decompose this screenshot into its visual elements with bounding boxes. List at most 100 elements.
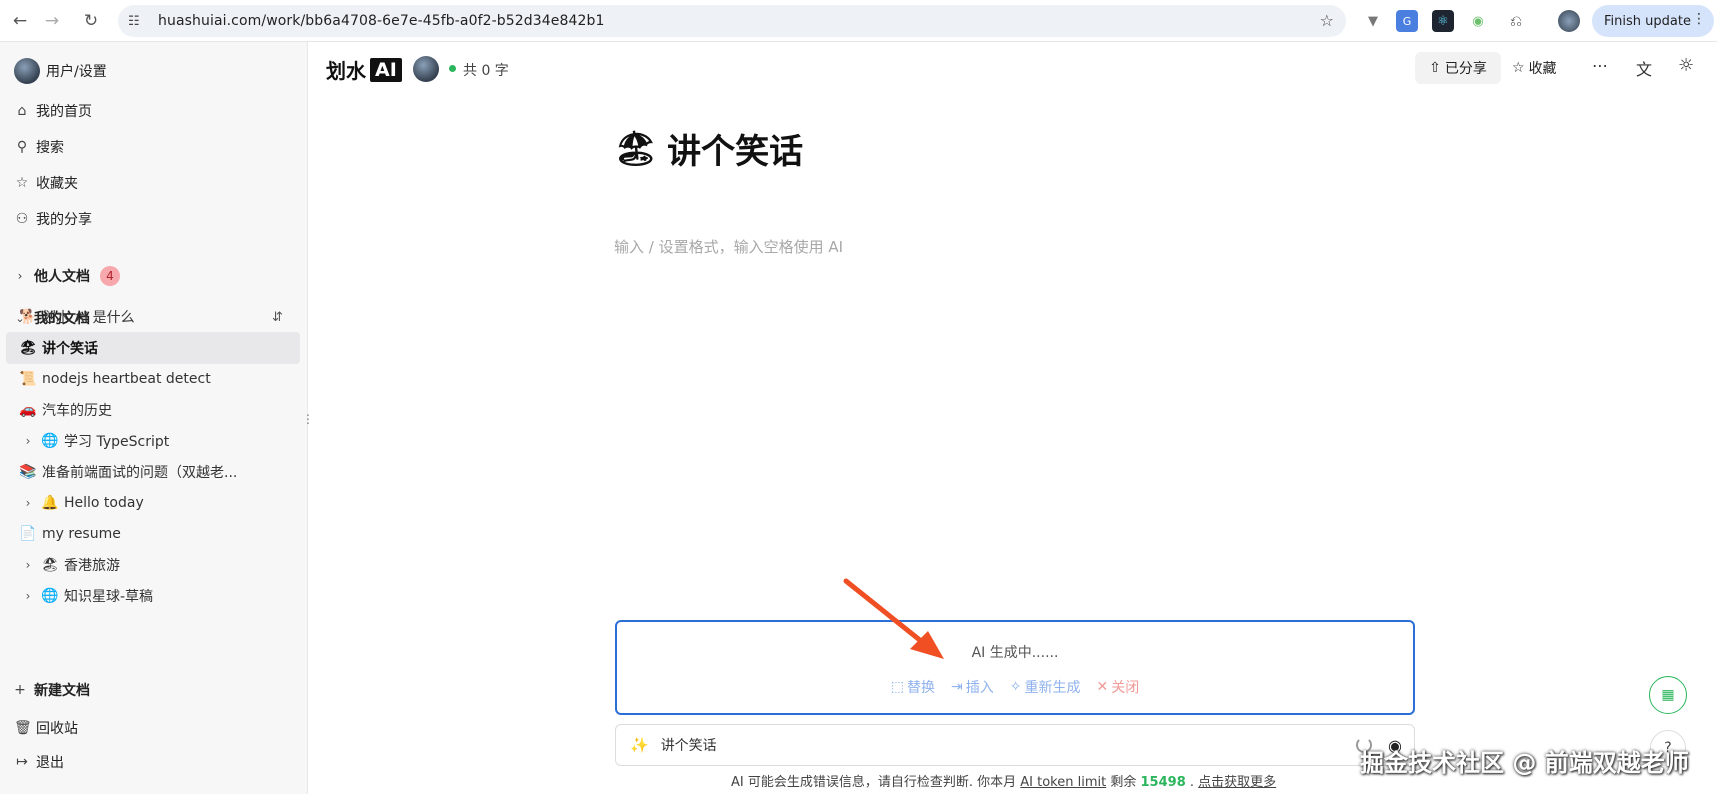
doc-emoji-icon: 📚 (19, 464, 37, 480)
doc-item-label: 学习 TypeScript (64, 434, 170, 450)
annotation-arrow-icon (843, 578, 944, 659)
ai-prompt-field[interactable]: ✨ ◉ (615, 724, 1415, 766)
doc-item-label: 讲个笑话 (42, 341, 98, 357)
chevron-right-icon[interactable]: › (20, 434, 36, 448)
forward-icon[interactable]: → (34, 3, 70, 39)
avatar (14, 58, 40, 84)
logo-text: 划水 (326, 59, 366, 83)
share-button[interactable]: ⇧ 已分享 (1415, 52, 1501, 84)
close-label: 关闭 (1111, 680, 1140, 696)
doc-item[interactable]: 📚 准备前端面试的问题（双越老... (6, 456, 300, 488)
doc-emoji-icon: 🌐 (41, 588, 59, 604)
page-title[interactable]: 🏖 讲个笑话 (614, 124, 803, 173)
share-label: 已分享 (1444, 61, 1487, 77)
others-docs-section[interactable]: › 他人文档 4 (12, 266, 120, 286)
doc-item[interactable]: 📄 my resume (6, 518, 300, 550)
qr-code-icon[interactable]: ▦ (1649, 676, 1687, 714)
close-icon: ✕ (1096, 679, 1109, 695)
logo-ai: AI (370, 57, 402, 82)
sidebar-item-logout[interactable]: ↦ 退出 (14, 752, 64, 772)
browser-menu-icon[interactable]: ⋮ (1692, 11, 1706, 27)
translate-extension-icon[interactable]: G (1396, 10, 1418, 32)
regenerate-button[interactable]: ✧ 重新生成 (1010, 677, 1081, 697)
editor-placeholder[interactable]: 输入 / 设置格式，输入空格使用 AI (614, 236, 843, 257)
react-extension-icon[interactable]: ⚛ (1432, 10, 1454, 32)
ai-prompt-input[interactable] (660, 737, 1341, 753)
insert-icon: ⇥ (951, 679, 963, 695)
new-doc-button[interactable]: + 新建文档 (12, 680, 90, 700)
doc-item-label: my resume (42, 526, 121, 542)
doc-item[interactable]: › 🏖 香港旅游 (6, 549, 300, 581)
doc-emoji-icon: 🏖 (19, 340, 37, 356)
browser-toolbar: ← → ↻ ☷ huashuiai.com/work/bb6a4708-6e7e… (0, 0, 1717, 42)
url-text[interactable]: huashuiai.com/work/bb6a4708-6e7e-45fb-a0… (158, 13, 605, 29)
sidebar-item-home[interactable]: ⌂ 我的首页 (14, 101, 92, 121)
doc-emoji-icon: 📜 (19, 371, 37, 387)
doc-emoji-icon: 🚗 (19, 402, 37, 418)
app-logo[interactable]: 划水 AI (326, 55, 402, 84)
user-settings[interactable]: 用户/设置 (14, 58, 107, 84)
sidebar-item-label: 退出 (36, 755, 64, 771)
sidebar-item-trash[interactable]: 🗑 回收站 (14, 718, 78, 738)
doc-emoji-icon: 🐕 (19, 309, 37, 325)
ai-disclaimer: AI 可能会生成错误信息，请自行检查判断. 你本月 AI token limit… (731, 771, 1276, 790)
address-bar[interactable]: ☷ huashuiai.com/work/bb6a4708-6e7e-45fb-… (118, 5, 1346, 37)
profile-avatar[interactable] (1558, 10, 1580, 32)
vue-extension-icon[interactable]: ▼ (1362, 10, 1384, 32)
replace-icon: ⬚ (890, 679, 905, 695)
bookmark-star-icon[interactable]: ☆ (1320, 11, 1334, 30)
doc-item[interactable]: 🐕 划水 AI 是什么 (6, 301, 300, 333)
remaining-label: 剩余 (1110, 775, 1137, 790)
favorite-label: 收藏 (1528, 61, 1557, 77)
collaborator-avatar[interactable] (413, 56, 439, 82)
doc-item[interactable]: › 🔔 Hello today (6, 487, 300, 519)
ai-panel: AI 生成中...... ⬚ 替换 ⇥ 插入 ✧ 重新生成 ✕ 关闭 (615, 620, 1415, 715)
reload-icon[interactable]: ↻ (73, 3, 109, 39)
doc-emoji-icon: 🏖 (41, 557, 59, 573)
doc-item-label: 知识星球-草稿 (64, 589, 154, 605)
others-docs-label: 他人文档 (34, 269, 90, 285)
doc-item-label: 准备前端面试的问题（双越老... (42, 465, 238, 481)
sidebar-item-search[interactable]: ⚲ 搜索 (14, 137, 64, 157)
doc-item[interactable]: 📜 nodejs heartbeat detect (6, 363, 300, 395)
close-button[interactable]: ✕ 关闭 (1096, 677, 1139, 697)
insert-button[interactable]: ⇥ 插入 (951, 677, 994, 697)
replace-label: 替换 (907, 680, 936, 696)
chevron-right-icon[interactable]: › (20, 558, 36, 572)
finish-update-button[interactable]: Finish update ⋮ (1592, 5, 1714, 37)
doc-item[interactable]: › 🌐 知识星球-草稿 (6, 580, 300, 612)
chevron-right-icon[interactable]: › (20, 589, 36, 603)
doc-item-label: 汽车的历史 (42, 403, 112, 419)
logout-icon: ↦ (16, 754, 28, 770)
disclaimer-text: AI 可能会生成错误信息，请自行检查判断. 你本月 (731, 775, 1017, 790)
doc-item[interactable]: 🚗 汽车的历史 (6, 394, 300, 426)
doc-emoji-icon: 🌐 (41, 433, 59, 449)
extension-icon[interactable]: ◉ (1467, 10, 1489, 32)
title-emoji[interactable]: 🏖 (614, 129, 657, 169)
word-count: 共 0 字 (463, 63, 509, 79)
theme-toggle-icon[interactable]: ☼ (1678, 55, 1694, 76)
search-icon: ⚲ (16, 139, 28, 155)
sidebar-item-label: 我的首页 (36, 104, 92, 120)
site-settings-icon[interactable]: ☷ (128, 14, 148, 29)
sidebar-resize-handle[interactable]: ⋮ (302, 412, 314, 426)
more-options-icon[interactable]: ⋯ (1592, 56, 1608, 75)
title-text[interactable]: 讲个笑话 (667, 124, 803, 173)
regenerate-label: 重新生成 (1024, 680, 1081, 696)
remaining-count: 15498 (1140, 775, 1186, 790)
favorite-button[interactable]: ☆ 收藏 (1512, 52, 1557, 84)
doc-item[interactable]: › 🌐 学习 TypeScript (6, 425, 300, 457)
sidebar-item-shares[interactable]: ⚇ 我的分享 (14, 209, 92, 229)
star-icon: ☆ (15, 175, 29, 191)
get-more-link[interactable]: 点击获取更多 (1198, 775, 1276, 790)
sidebar-item-favorites[interactable]: ☆ 收藏夹 (14, 173, 78, 193)
token-limit-link[interactable]: AI token limit (1020, 775, 1106, 790)
back-icon[interactable]: ← (2, 3, 38, 39)
chevron-right-icon[interactable]: › (20, 496, 36, 510)
doc-item[interactable]: 🏖 讲个笑话 (6, 332, 300, 364)
sidebar-item-label: 搜索 (36, 140, 64, 156)
replace-button[interactable]: ⬚ 替换 (891, 677, 935, 697)
count-badge: 4 (100, 266, 120, 286)
translate-icon[interactable]: 文 (1636, 56, 1652, 80)
puzzle-extensions-icon[interactable]: ⎌ (1505, 10, 1527, 32)
